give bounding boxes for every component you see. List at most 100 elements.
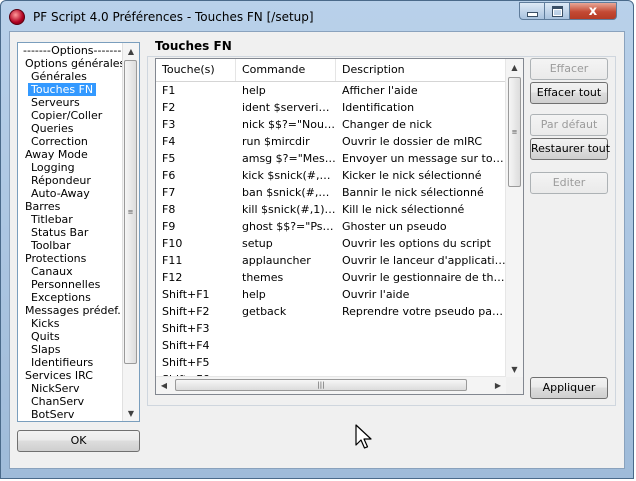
command-cell: nick $$?="Nouv... <box>242 118 336 131</box>
sidebar-item[interactable]: Services IRC <box>18 369 126 382</box>
sidebar-item[interactable]: BotServ <box>18 408 126 421</box>
effacer-button[interactable]: Effacer <box>530 58 608 80</box>
sidebar-item[interactable]: Répondeur <box>18 174 126 187</box>
sidebar-item-label: Slaps <box>31 343 61 356</box>
restaurer-tout-button[interactable]: Restaurer tout <box>530 138 610 160</box>
sidebar-item[interactable]: Toolbar <box>18 239 126 252</box>
sidebar-item[interactable]: Serveurs <box>18 96 126 109</box>
sidebar-item[interactable]: Identifieurs <box>18 356 126 369</box>
command-cell: kill $snick(#,1) ... <box>242 203 336 216</box>
column-header-command[interactable]: Commande <box>236 59 336 81</box>
table-row[interactable]: Shift+F3 <box>156 320 506 337</box>
sidebar-item[interactable]: Away Mode <box>18 148 126 161</box>
list-scroll-up-icon[interactable]: ▲ <box>506 59 523 75</box>
description-cell: Bannir le nick sélectionné <box>342 186 484 199</box>
table-row[interactable]: F7 ban $snick(#,1)... Bannir le nick sélec… <box>156 184 506 201</box>
effacer-tout-button[interactable]: Effacer tout <box>530 82 608 104</box>
sidebar-item[interactable]: Kicks <box>18 317 126 330</box>
sidebar-item[interactable]: Quits <box>18 330 126 343</box>
sidebar-item-label: Services IRC <box>25 369 93 382</box>
sidebar-item[interactable]: Titlebar <box>18 213 126 226</box>
close-button[interactable]: x <box>569 2 617 20</box>
column-header-description[interactable]: Description <box>336 59 506 81</box>
key-cell: Shift+F1 <box>162 288 210 301</box>
table-row[interactable]: Shift+F1 help Ouvrir l'aide <box>156 286 506 303</box>
fn-keys-list[interactable]: Touche(s) Commande Description F1 help Aff… <box>155 58 524 395</box>
list-scroll-right-icon[interactable]: ▶ <box>490 377 506 394</box>
table-row[interactable]: F5 amsg $?="Mess... Envoyer un message sur… <box>156 150 506 167</box>
sidebar-item[interactable]: ChanServ <box>18 395 126 408</box>
sidebar-item-label: Auto-Away <box>31 187 90 200</box>
sidebar-item[interactable]: Correction <box>18 135 126 148</box>
command-cell: help <box>242 288 266 301</box>
sidebar-item[interactable]: Personnelles <box>18 278 126 291</box>
description-cell: Afficher l'aide <box>342 84 418 97</box>
sidebar-item-label: Correction <box>31 135 88 148</box>
sidebar-item[interactable]: Options générales <box>18 57 126 70</box>
list-vertical-scrollbar[interactable]: ▲ ≡ ▼ <box>505 59 523 377</box>
command-cell: ban $snick(#,1)... <box>242 186 336 199</box>
sidebar-item[interactable]: Auto-Away <box>18 187 126 200</box>
key-cell: F9 <box>162 220 176 233</box>
table-row[interactable]: F12 themes Ouvrir le gestionnaire de theme… <box>156 269 506 286</box>
category-list-scrollbar[interactable]: ▲ ≡ ▼ <box>122 43 139 421</box>
editer-button[interactable]: Editer <box>530 172 608 194</box>
maximize-button[interactable] <box>544 2 570 20</box>
scroll-thumb[interactable]: ≡ <box>124 60 137 364</box>
table-row[interactable]: Shift+F4 <box>156 337 506 354</box>
sidebar-item[interactable]: Messages prédef. <box>18 304 126 317</box>
sidebar-item[interactable]: Canaux <box>18 265 126 278</box>
sidebar-item[interactable]: Copier/Coller <box>18 109 126 122</box>
sidebar-item-label: Barres <box>25 200 61 213</box>
section-title: Touches FN <box>155 39 232 53</box>
table-row[interactable]: F4 run $mircdir Ouvrir le dossier de mIRC <box>156 133 506 150</box>
category-list[interactable]: -------Options------- Options générales Gé… <box>17 42 140 422</box>
par-defaut-button[interactable]: Par défaut <box>530 114 608 136</box>
sidebar-item[interactable]: -------Options------- <box>18 44 126 57</box>
sidebar-item[interactable]: Queries <box>18 122 126 135</box>
table-row[interactable]: Shift+F5 <box>156 354 506 371</box>
scroll-up-arrow-icon[interactable]: ▲ <box>123 43 139 59</box>
key-cell: F7 <box>162 186 176 199</box>
list-scroll-left-icon[interactable]: ◀ <box>156 377 172 394</box>
table-row[interactable]: F10 setup Ouvrir les options du script <box>156 235 506 252</box>
list-scroll-down-icon[interactable]: ▼ <box>506 361 523 377</box>
sidebar-item-label: Status Bar <box>31 226 89 239</box>
sidebar-item[interactable]: Protections <box>18 252 126 265</box>
description-cell: Reprendre votre pseudo par déf... <box>342 305 506 318</box>
sidebar-item[interactable]: Touches FN <box>18 83 126 96</box>
table-row[interactable]: Shift+F2 getback Reprendre votre pseudo pa… <box>156 303 506 320</box>
list-hscroll-thumb[interactable]: ||| <box>175 379 467 391</box>
sidebar-item[interactable]: Status Bar <box>18 226 126 239</box>
minimize-button[interactable] <box>519 2 545 20</box>
sidebar-item[interactable]: Exceptions <box>18 291 126 304</box>
sidebar-item-label: Serveurs <box>31 96 80 109</box>
table-row[interactable]: F8 kill $snick(#,1) ... Kill le nick sélec… <box>156 201 506 218</box>
table-row[interactable]: F6 kick $snick(#,1)... Kicker le nick séle… <box>156 167 506 184</box>
table-row[interactable]: F3 nick $$?="Nouv... Changer de nick <box>156 116 506 133</box>
app-icon[interactable] <box>9 9 25 25</box>
scroll-down-arrow-icon[interactable]: ▼ <box>123 405 139 421</box>
table-row[interactable]: F1 help Afficher l'aide <box>156 82 506 99</box>
key-cell: F12 <box>162 271 183 284</box>
sidebar-item[interactable]: Slaps <box>18 343 126 356</box>
list-horizontal-scrollbar[interactable]: ◀ ||| ▶ <box>156 376 506 394</box>
sidebar-item[interactable]: Générales <box>18 70 126 83</box>
table-row[interactable]: F9 ghost $$?="Pse... Ghoster un pseudo <box>156 218 506 235</box>
sidebar-item-label: Répondeur <box>31 174 91 187</box>
table-row[interactable]: F11 applauncher Ouvrir le lanceur d'applic… <box>156 252 506 269</box>
sidebar-item[interactable]: Logging <box>18 161 126 174</box>
category-items: -------Options------- Options générales Gé… <box>18 44 126 421</box>
command-cell: getback <box>242 305 287 318</box>
sidebar-item-label: -------Options------- <box>23 44 122 57</box>
sidebar-item[interactable]: NickServ <box>18 382 126 395</box>
sidebar-item-label: Exceptions <box>31 291 91 304</box>
column-header-keys[interactable]: Touche(s) <box>156 59 236 81</box>
sidebar-item[interactable]: Barres <box>18 200 126 213</box>
list-scroll-thumb[interactable]: ≡ <box>508 77 521 187</box>
appliquer-button[interactable]: Appliquer <box>530 377 608 399</box>
ok-button[interactable]: OK <box>17 430 140 452</box>
table-row[interactable]: F2 ident $serverinf... Identification <box>156 99 506 116</box>
grip-icon: ≡ <box>511 128 518 136</box>
sidebar-item-label: Quits <box>31 330 60 343</box>
